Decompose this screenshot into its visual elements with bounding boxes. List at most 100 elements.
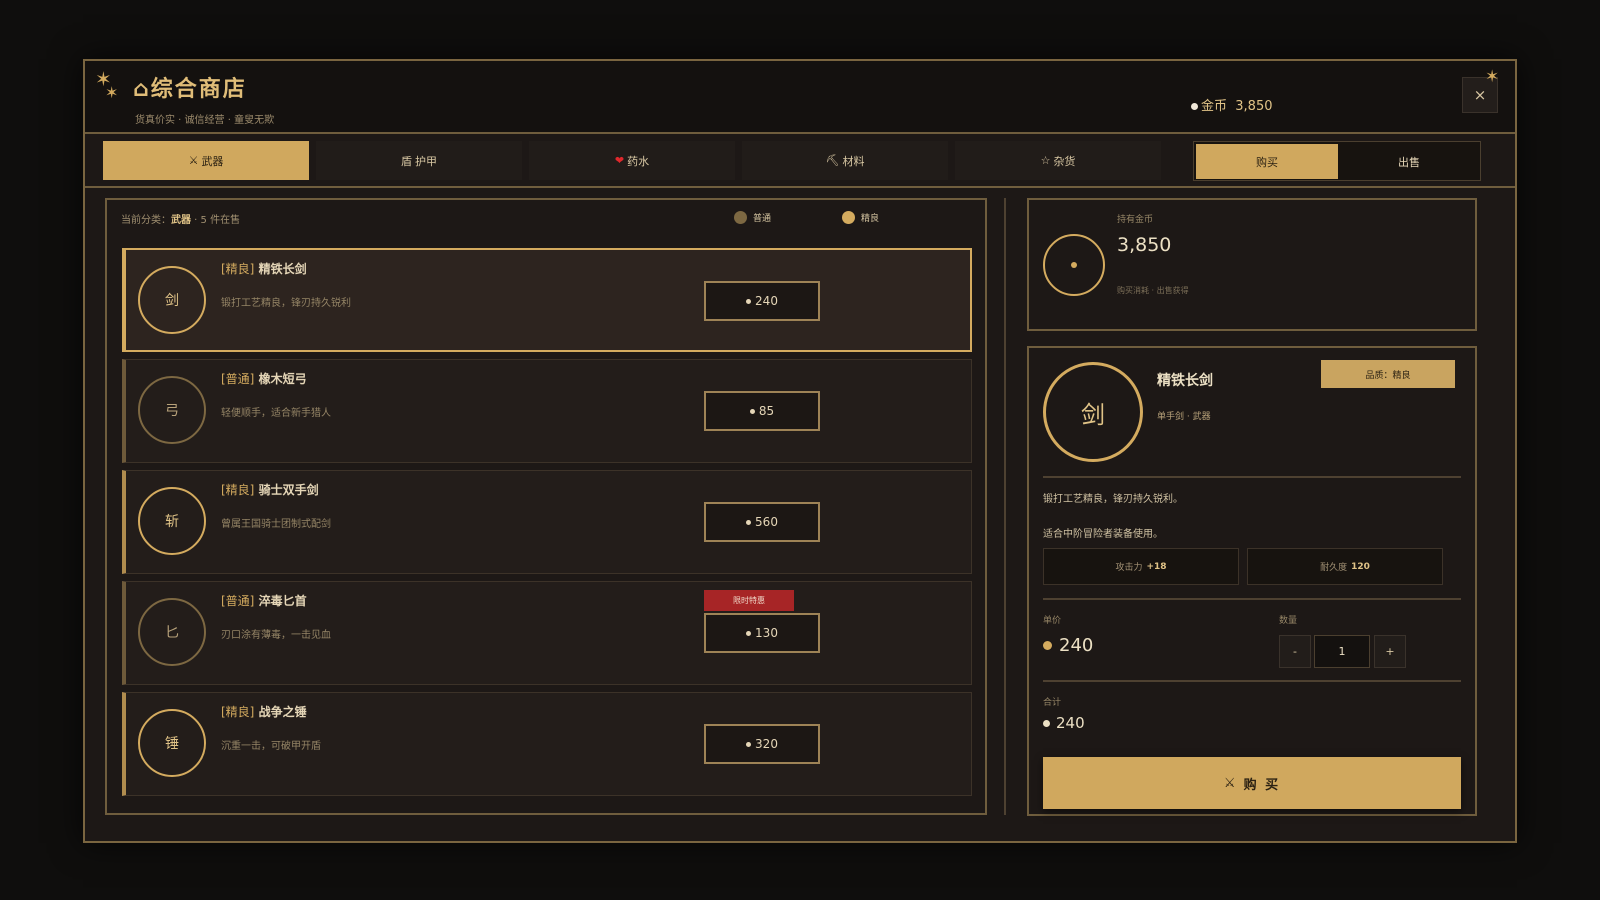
item-title: 橡木短弓 — [258, 372, 307, 386]
quantity-increase-button[interactable]: + — [1374, 635, 1406, 668]
item-row-knight-greatsword[interactable]: 斩 [精良] 骑士双手剑 曾属王国骑士团制式配剑 560 — [122, 470, 972, 574]
divider — [85, 186, 1515, 188]
price-button[interactable]: 85 — [704, 391, 820, 431]
price-button[interactable]: 320 — [704, 724, 820, 764]
total-value: 240 — [1056, 714, 1085, 732]
bow-icon: 弓 — [138, 376, 206, 444]
item-row-war-hammer[interactable]: 锤 [精良] 战争之锤 沉重一击，可破甲开盾 320 — [122, 692, 972, 796]
item-rarity: [精良] — [221, 705, 255, 719]
wallet-note: 购买消耗 · 出售获得 — [1117, 286, 1189, 295]
category-count: · 5 件在售 — [191, 215, 241, 226]
coin-icon — [746, 519, 752, 525]
buy-label: 购 买 — [1243, 777, 1281, 793]
legend-dot-icon — [734, 211, 747, 224]
gold-amount: 3,850 — [1235, 99, 1273, 114]
coin-icon — [1043, 234, 1105, 296]
tab-label: 杂货 — [1053, 154, 1076, 168]
unit-price-value: 240 — [1059, 635, 1094, 656]
wallet-label: 持有金币 — [1117, 215, 1154, 225]
item-price: 130 — [755, 626, 778, 640]
item-name: [精良] 骑士双手剑 — [221, 481, 319, 498]
swords-icon: ⚔ — [188, 154, 199, 167]
detail-description: 适合中阶冒险者装备使用。 — [1043, 529, 1163, 540]
swords-icon: ⚔ — [1223, 775, 1238, 791]
item-list-panel: 当前分类：武器 · 5 件在售 普通 精良 剑 [精良] 精铁长剑 锻打工艺精良… — [105, 198, 987, 815]
tab-materials[interactable]: ⛏ 材料 — [742, 141, 948, 180]
legend-label: 精良 — [861, 214, 880, 224]
sell-mode-button[interactable]: 出售 — [1338, 144, 1480, 179]
detail-description: 锻打工艺精良，锋刃持久锐利。 — [1043, 494, 1183, 505]
item-name: [普通] 橡木短弓 — [221, 370, 307, 387]
pickaxe-icon: ⛏ — [825, 154, 840, 167]
shop-title: ⌂综合商店 — [133, 77, 247, 102]
stat-attack: 攻击力 +18 — [1043, 548, 1239, 585]
coin-icon — [746, 298, 752, 304]
coin-icon — [1191, 103, 1198, 110]
tab-weapons[interactable]: ⚔ 武器 — [103, 141, 309, 180]
item-price: 240 — [755, 294, 778, 308]
item-name: [精良] 精铁长剑 — [221, 260, 307, 277]
item-rarity: [精良] — [221, 262, 255, 276]
item-name: [精良] 战争之锤 — [221, 703, 307, 720]
gold-balance: 金币 3,850 — [1191, 95, 1273, 114]
tab-label: 药水 — [627, 154, 650, 168]
item-description: 沉重一击，可破甲开盾 — [221, 741, 321, 752]
quantity-input[interactable] — [1314, 635, 1370, 668]
shield-icon: 盾 — [401, 154, 412, 168]
item-row-iron-longsword[interactable]: 剑 [精良] 精铁长剑 锻打工艺精良，锋刃持久锐利 240 — [122, 248, 972, 352]
category-tabs: ⚔ 武器 盾护甲 ❤ 药水 ⛏ 材料 ☆ 杂货 购买 出售 — [103, 141, 1501, 181]
item-name: [普通] 淬毒匕首 — [221, 592, 307, 609]
sparkle-icon: ✶ — [1485, 67, 1500, 87]
item-row-oak-shortbow[interactable]: 弓 [普通] 橡木短弓 轻便顺手，适合新手猎人 85 — [122, 359, 972, 463]
total-amount: 240 — [1043, 714, 1085, 732]
close-icon: × — [1473, 86, 1487, 104]
total-label: 合计 — [1043, 698, 1062, 708]
price-button[interactable]: 130 — [704, 613, 820, 653]
buy-mode-button[interactable]: 购买 — [1196, 144, 1338, 179]
divider — [1043, 680, 1461, 682]
item-description: 曾属王国骑士团制式配剑 — [221, 519, 331, 530]
price-button[interactable]: 240 — [704, 281, 820, 321]
stat-label: 耐久度 — [1320, 563, 1348, 573]
shop-window: ✶ ✶ ⌂综合商店 货真价实 · 诚信经营 · 童叟无欺 金币 3,850 × … — [83, 59, 1517, 843]
item-rarity: [精良] — [221, 483, 255, 497]
item-price: 85 — [758, 404, 775, 418]
dagger-icon: 匕 — [138, 598, 206, 666]
quality-badge: 品质：精良 — [1321, 360, 1455, 388]
unit-price-label: 单价 — [1043, 616, 1062, 626]
coin-icon — [1043, 719, 1050, 727]
coin-icon — [749, 408, 755, 414]
sparkle-icon: ✶ — [105, 83, 119, 102]
wallet-amount: 3,850 — [1117, 234, 1172, 256]
item-price: 320 — [755, 737, 778, 751]
shop-subtitle: 货真价实 · 诚信经营 · 童叟无欺 — [135, 115, 275, 126]
tab-potions[interactable]: ❤ 药水 — [529, 141, 735, 180]
tab-label: 武器 — [201, 154, 224, 168]
item-title: 淬毒匕首 — [258, 594, 307, 608]
legend-label: 普通 — [753, 214, 772, 224]
stat-value: +18 — [1146, 561, 1167, 572]
tab-label: 材料 — [842, 154, 865, 168]
item-title: 骑士双手剑 — [258, 483, 319, 497]
detail-item-type: 单手剑 · 武器 — [1157, 412, 1211, 422]
item-description: 锻打工艺精良，锋刃持久锐利 — [221, 298, 351, 309]
mode-switch: 购买 出售 — [1193, 141, 1481, 181]
tab-misc[interactable]: ☆ 杂货 — [955, 141, 1161, 180]
divider — [1043, 598, 1461, 600]
item-row-poison-dagger[interactable]: 匕 [普通] 淬毒匕首 刃口涂有薄毒，一击见血 限时特惠 130 — [122, 581, 972, 685]
quantity-decrease-button[interactable]: - — [1279, 635, 1311, 668]
panel-separator — [1004, 198, 1006, 815]
tab-armor[interactable]: 盾护甲 — [316, 141, 522, 180]
item-title: 精铁长剑 — [258, 262, 307, 276]
star-icon: ☆ — [1040, 154, 1051, 167]
unit-price: 240 — [1043, 635, 1093, 656]
quantity-label: 数量 — [1279, 616, 1298, 626]
divider — [1043, 476, 1461, 478]
legend-fine: 精良 — [842, 211, 879, 224]
price-button[interactable]: 560 — [704, 502, 820, 542]
buy-button[interactable]: ⚔ 购 买 — [1043, 757, 1461, 809]
item-price: 560 — [755, 515, 778, 529]
coin-icon — [1043, 641, 1052, 650]
shop-header: ✶ ✶ ⌂综合商店 货真价实 · 诚信经营 · 童叟无欺 金币 3,850 × … — [85, 61, 1515, 134]
item-description: 刃口涂有薄毒，一击见血 — [221, 630, 331, 641]
